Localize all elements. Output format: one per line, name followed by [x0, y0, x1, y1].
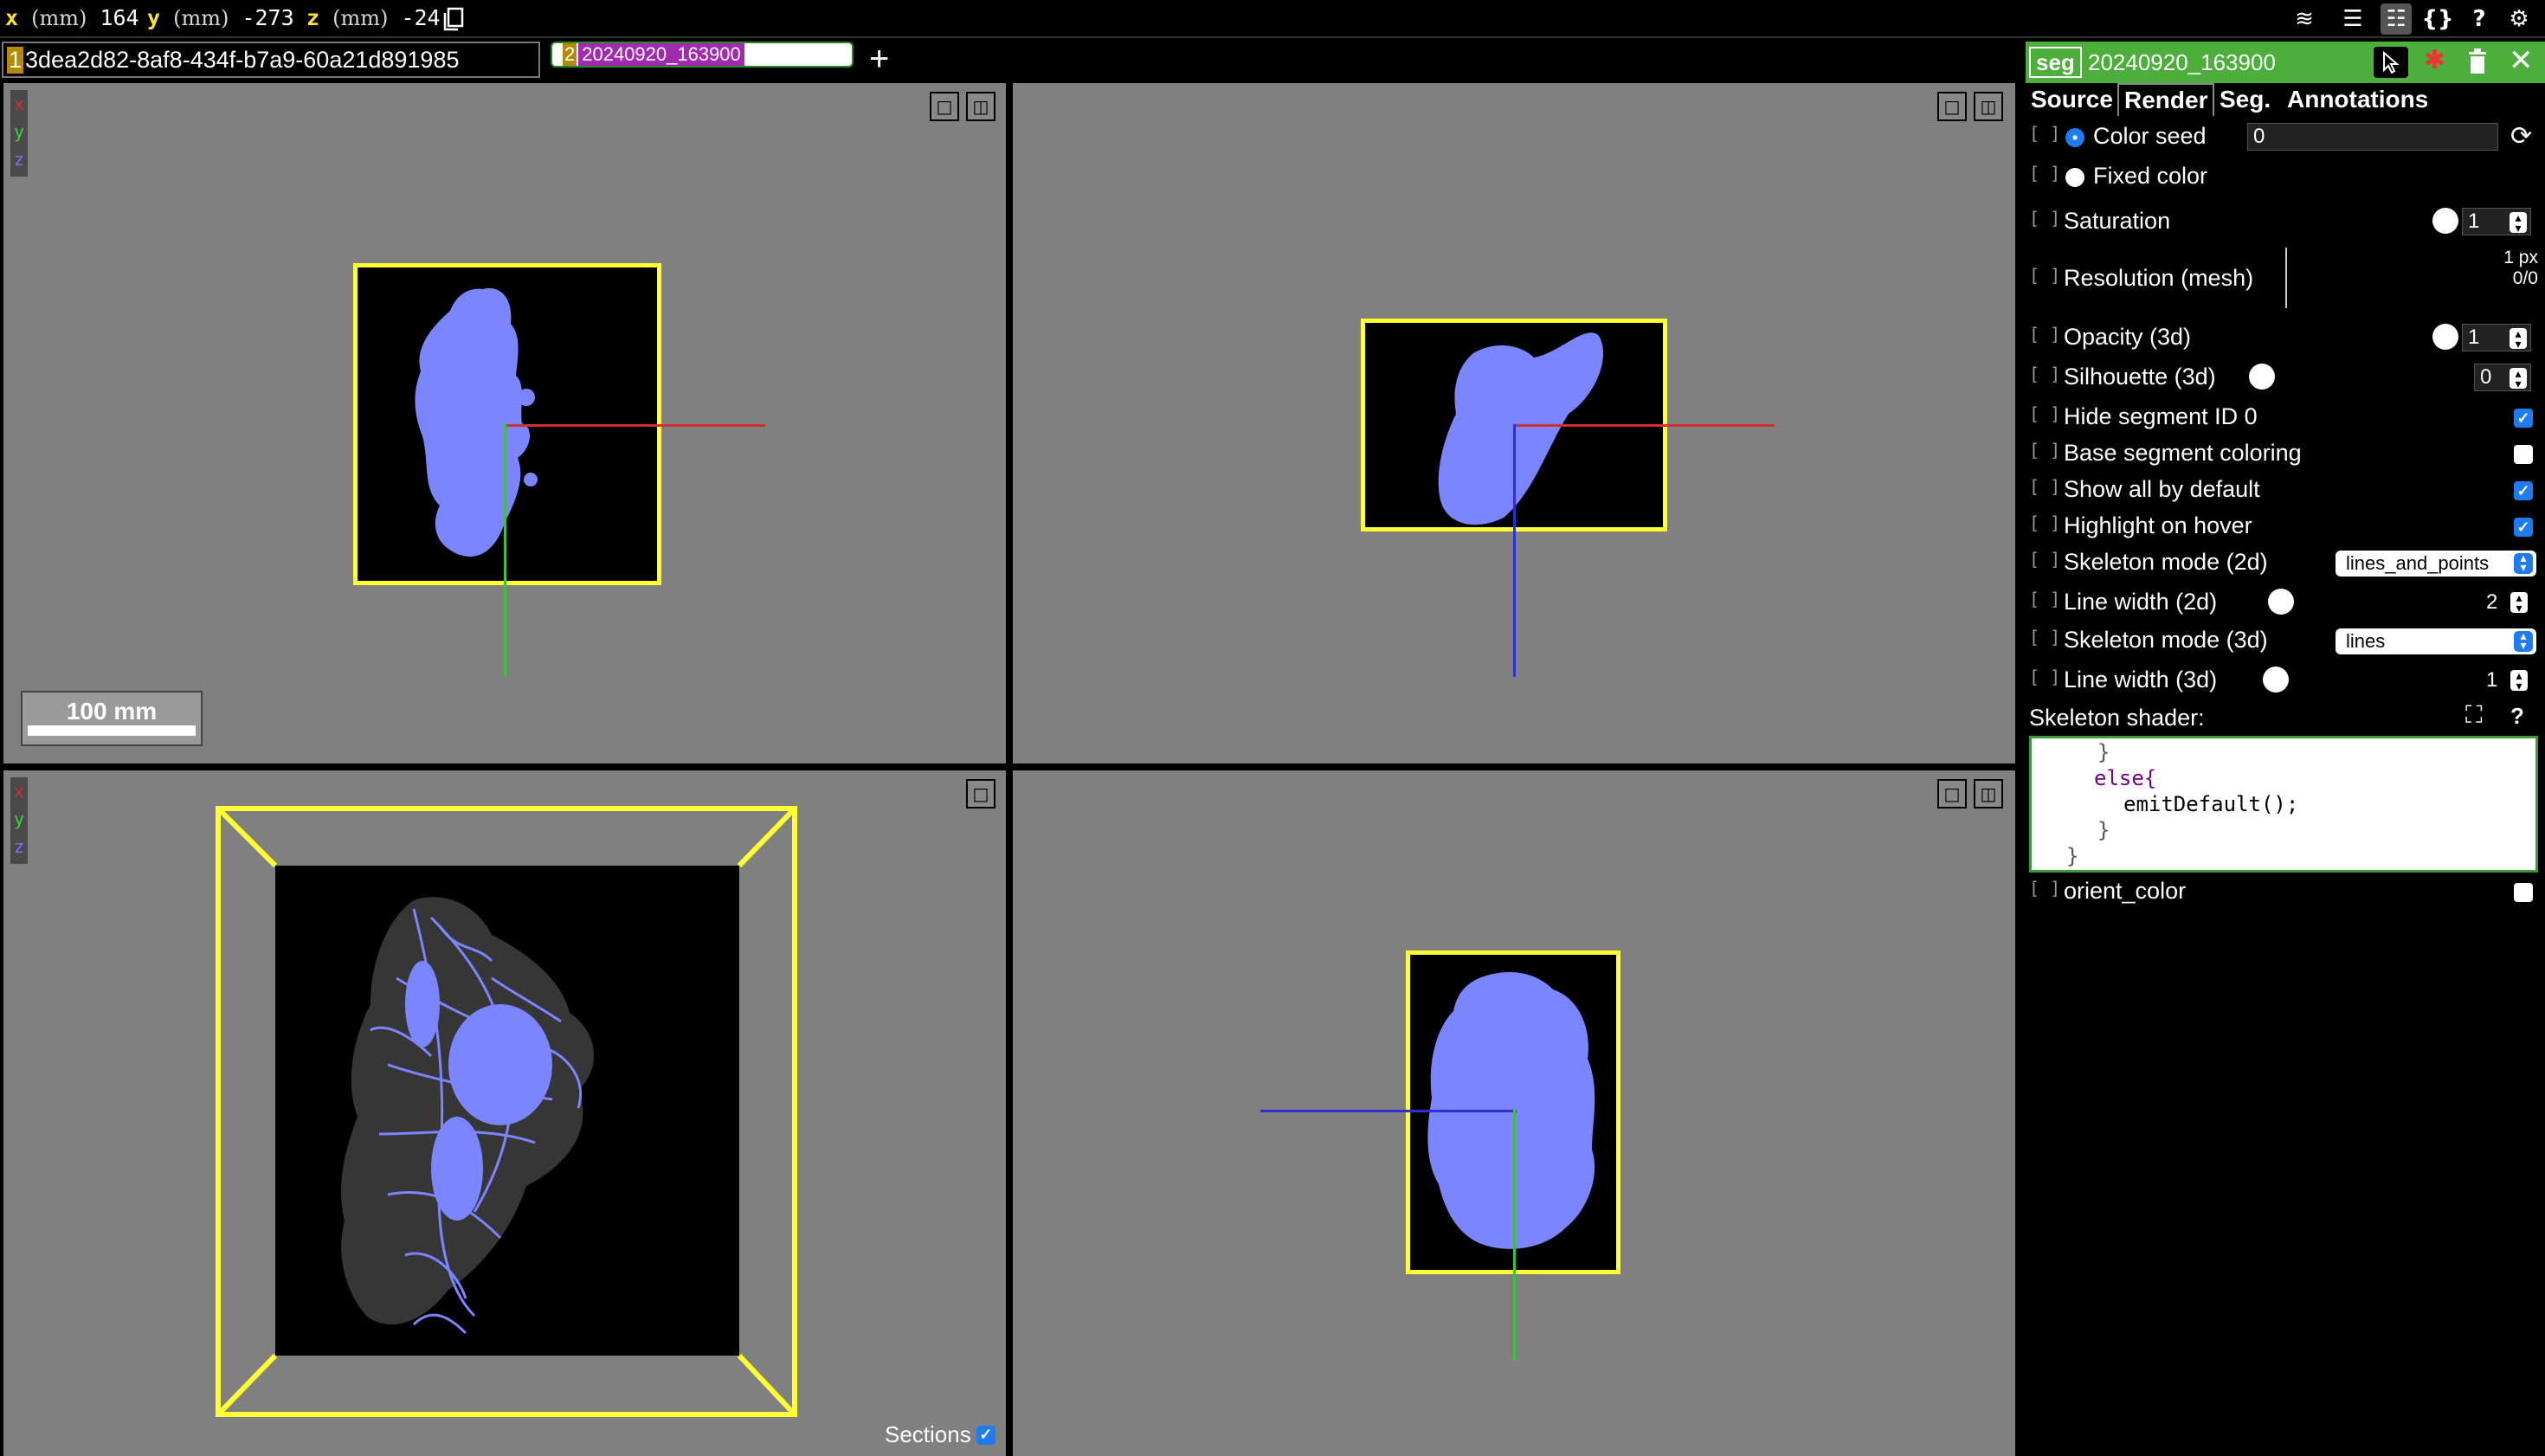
- pin-icon[interactable]: ✱: [2424, 45, 2445, 75]
- viewer-panel-xy[interactable]: x y z □ ◫ 100 mm: [3, 83, 1006, 763]
- tab-annotations[interactable]: Annotations: [2282, 83, 2433, 116]
- opacity-slider[interactable]: [2432, 324, 2458, 350]
- base-coloring-row: [ ] Base segment coloring: [2029, 436, 2545, 471]
- orient-color-checkbox[interactable]: [2514, 883, 2533, 902]
- viewer-panel-xz[interactable]: □ ◫: [1013, 83, 2015, 763]
- base-coloring-checkbox[interactable]: [2514, 445, 2533, 464]
- show-all-checkbox[interactable]: ✓: [2514, 481, 2533, 500]
- skeleton-shader-row: Skeleton shader: ⛶ ?: [2029, 701, 2524, 731]
- spinner-icon[interactable]: ▴ ▾: [2510, 327, 2527, 350]
- y-coordinate[interactable]: y (mm) -273: [147, 5, 294, 30]
- split-panel-button[interactable]: ◫: [1974, 92, 2003, 121]
- copy-icon[interactable]: [438, 3, 469, 35]
- hide-segment-row: [ ] Hide segment ID 0 ✓: [2029, 400, 2545, 435]
- z-axis-line: [1260, 1110, 1517, 1112]
- refresh-icon[interactable]: ⟳: [2510, 121, 2532, 151]
- orient-color-row: [ ] orient_color: [2029, 874, 2545, 909]
- highlight-checkbox[interactable]: ✓: [2514, 518, 2533, 537]
- coordinate-bar: x (mm) 164 y (mm) -273 z (mm) -24 ≋ ☰ ☷ …: [0, 0, 2545, 38]
- x-axis-line: [1513, 424, 1775, 427]
- skeleton-shader-editor[interactable]: } else{ emitDefault(); } }: [2029, 736, 2538, 873]
- sections-toggle[interactable]: Sections ✓: [885, 1421, 995, 1448]
- saturation-slider[interactable]: [2432, 208, 2458, 234]
- maximize-panel-button[interactable]: □: [1937, 779, 1967, 809]
- maximize-panel-button[interactable]: □: [1937, 92, 1967, 121]
- hide-segment-checkbox[interactable]: ✓: [2514, 409, 2533, 428]
- color-seed-radio[interactable]: •: [2065, 128, 2084, 147]
- layer-name: 20240920_163900: [2088, 49, 2276, 75]
- skeleton-mode-3d-row: [ ] Skeleton mode (3d) lines ▴ ▾: [2029, 623, 2545, 658]
- sections-checkbox[interactable]: ✓: [976, 1425, 995, 1445]
- spinner-icon[interactable]: ▴ ▾: [2510, 367, 2527, 390]
- layer-header: seg 20240920_163900 ✱ ✕: [2026, 42, 2545, 83]
- tab-render[interactable]: Render: [2117, 83, 2215, 116]
- highlight-row: [ ] Highlight on hover ✓: [2029, 509, 2545, 544]
- opacity-3d-row: [ ] Opacity (3d) 1 ▴ ▾: [2029, 320, 2545, 355]
- tab-source[interactable]: Source: [2026, 83, 2118, 116]
- list-icon[interactable]: ☰: [2337, 3, 2368, 35]
- line-width-3d-input[interactable]: 1 ▴ ▾: [2481, 667, 2531, 694]
- close-icon[interactable]: ✕: [2509, 43, 2534, 78]
- trash-icon[interactable]: [2467, 48, 2488, 79]
- silhouette-input[interactable]: 0 ▴ ▾: [2474, 364, 2531, 391]
- shader-help-icon[interactable]: ?: [2510, 703, 2524, 730]
- spinner-icon[interactable]: ▴ ▾: [2510, 211, 2527, 234]
- line-width-3d-row: [ ] Line width (3d) 1 ▴ ▾: [2029, 663, 2545, 698]
- line-width-2d-row: [ ] Line width (2d) 2 ▴ ▾: [2029, 585, 2545, 620]
- color-seed-input[interactable]: 0: [2247, 123, 2498, 151]
- skeleton-mode-3d-select[interactable]: lines ▴ ▾: [2336, 628, 2536, 654]
- split-panel-button[interactable]: ◫: [966, 92, 995, 121]
- select-arrow-icon: ▴ ▾: [2514, 629, 2533, 652]
- select-arrow-icon: ▴ ▾: [2514, 551, 2533, 574]
- split-panel-button[interactable]: ◫: [1974, 779, 2003, 809]
- layer-chip-1[interactable]: 1 3dea2d82-8af8-434f-b7a9-60a21d891985: [2, 42, 540, 78]
- x-axis-line: [504, 424, 765, 427]
- viewer-panel-yz[interactable]: □ ◫: [1013, 770, 2015, 1456]
- silhouette-3d-row: [ ] Silhouette (3d) 0 ▴ ▾: [2029, 360, 2545, 395]
- line-width-2d-input[interactable]: 2 ▴ ▾: [2481, 589, 2531, 616]
- show-all-row: [ ] Show all by default ✓: [2029, 473, 2545, 507]
- layers-icon[interactable]: ≋: [2289, 3, 2320, 35]
- x-coordinate[interactable]: x (mm) 164: [5, 5, 139, 30]
- pointer-icon[interactable]: [2374, 47, 2408, 78]
- spinner-icon[interactable]: ▴ ▾: [2510, 591, 2528, 614]
- 3d-bounding-box: [216, 806, 797, 1417]
- add-layer-button[interactable]: +: [869, 40, 889, 79]
- resolution-slider[interactable]: [2285, 248, 2287, 308]
- help-icon[interactable]: ?: [2464, 3, 2495, 35]
- resolution-mesh-row: [ ] Resolution (mesh) 1 px 0/0: [2029, 248, 2545, 313]
- fixed-color-row: [ ] Fixed color: [2029, 163, 2208, 189]
- line-width-3d-slider[interactable]: [2263, 667, 2289, 693]
- silhouette-slider[interactable]: [2249, 364, 2275, 390]
- braces-icon[interactable]: {}: [2421, 3, 2453, 35]
- tab-seg[interactable]: Seg.: [2214, 83, 2276, 116]
- scale-bar: 100 mm: [21, 691, 203, 746]
- settings-sliders-icon[interactable]: ☷: [2381, 3, 2412, 35]
- viewer-panel-3d[interactable]: x y z □ Sections ✓: [3, 770, 1006, 1456]
- z-coordinate[interactable]: z (mm) -24: [306, 5, 441, 30]
- layer-chip-2[interactable]: 2 20240920_163900: [551, 42, 854, 68]
- layer-type-badge: seg: [2029, 47, 2082, 78]
- maximize-panel-button[interactable]: □: [966, 779, 995, 809]
- gear-icon[interactable]: ⚙: [2503, 3, 2535, 35]
- axis-indicator: x y z: [10, 90, 28, 177]
- skeleton-mode-2d-row: [ ] Skeleton mode (2d) lines_and_points ▴…: [2029, 545, 2545, 580]
- saturation-row: [ ] Saturation 1 ▴ ▾: [2029, 204, 2545, 239]
- y-axis-line: [504, 424, 506, 677]
- y-axis-line: [1513, 1110, 1516, 1361]
- skeleton-mode-2d-select[interactable]: lines_and_points ▴ ▾: [2336, 551, 2536, 577]
- axis-indicator: x y z: [10, 777, 28, 864]
- expand-icon[interactable]: ⛶: [2465, 701, 2483, 730]
- maximize-panel-button[interactable]: □: [930, 92, 959, 121]
- color-seed-row: [ ] • Color seed 0 ⟳: [2029, 121, 2533, 151]
- saturation-input[interactable]: 1 ▴ ▾: [2462, 208, 2531, 235]
- opacity-input[interactable]: 1 ▴ ▾: [2462, 324, 2531, 351]
- fixed-color-radio[interactable]: [2065, 168, 2084, 187]
- line-width-2d-slider[interactable]: [2268, 589, 2294, 615]
- z-axis-line: [1513, 424, 1516, 677]
- spinner-icon[interactable]: ▴ ▾: [2510, 669, 2528, 692]
